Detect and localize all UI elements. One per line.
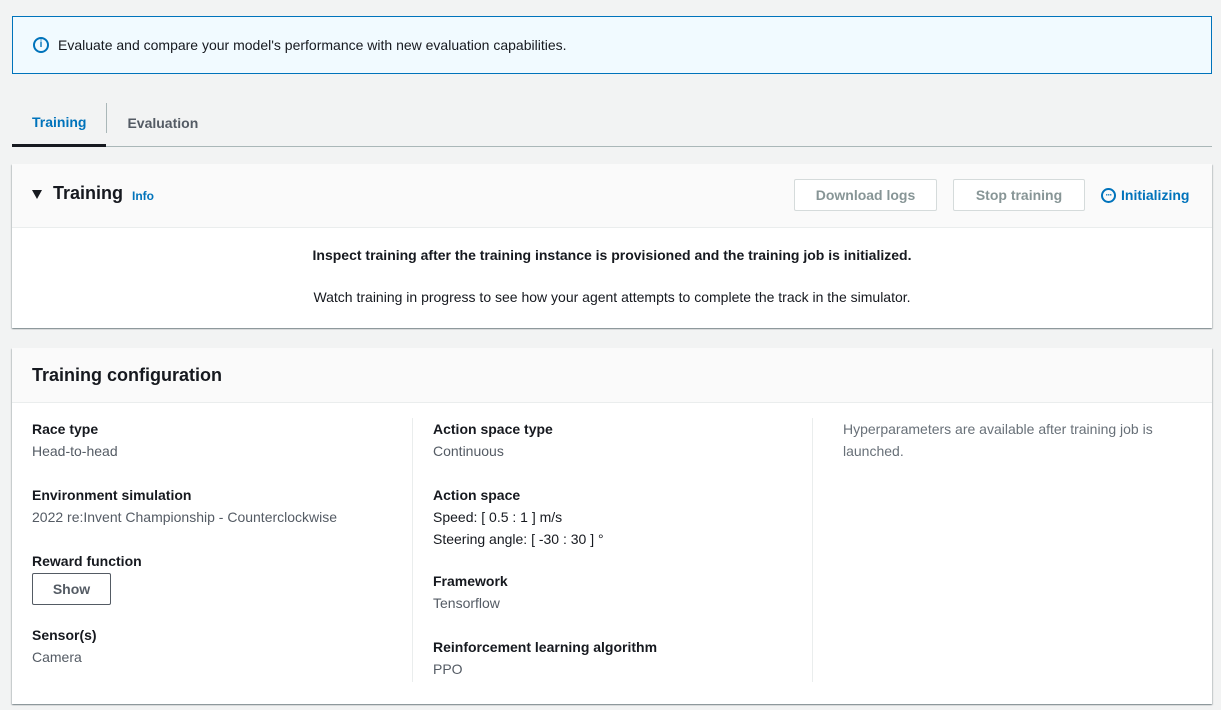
algorithm-field: Reinforcement learning algorithm PPO [433,636,657,680]
action-space-steering: Steering angle: [ -30 : 30 ] ° [433,531,604,547]
reward-function-label: Reward function [32,553,142,569]
reward-function-field: Reward function Show [32,550,142,605]
sensors-label: Sensor(s) [32,627,97,643]
environment-value: 2022 re:Invent Championship - Counterclo… [32,509,338,525]
environment-label: Environment simulation [32,487,192,503]
status-text: Initializing [1121,187,1190,203]
tab-evaluation[interactable]: Evaluation [107,100,218,146]
info-link[interactable]: Info [132,189,154,203]
action-space-field: Action space Speed: [ 0.5 : 1 ] m/s Stee… [433,484,604,550]
training-panel-title[interactable]: Training [53,183,123,204]
info-banner-message: Evaluate and compare your model's perfor… [58,37,567,53]
training-panel-header: Training Info Download logs Stop trainin… [12,164,1212,228]
action-space-type-label: Action space type [433,421,553,437]
framework-field: Framework Tensorflow [433,570,508,614]
action-space-label: Action space [433,487,521,503]
training-message-bold: Inspect training after the training inst… [312,247,912,263]
sensors-field: Sensor(s) Camera [32,624,97,668]
algorithm-label: Reinforcement learning algorithm [433,639,658,655]
race-type-label: Race type [32,421,99,437]
info-circle-icon: i [33,37,49,53]
training-panel: Training Info Download logs Stop trainin… [12,164,1212,328]
config-column-3: Hyperparameters are available after trai… [843,418,1183,462]
race-type-field: Race type Head-to-head [32,418,118,462]
hyperparameters-note: Hyperparameters are available after trai… [843,421,1153,459]
algorithm-value: PPO [433,661,463,677]
status-indicator: ··· Initializing [1101,187,1189,203]
config-panel-header: Training configuration [12,348,1212,403]
action-space-type-value: Continuous [433,443,504,459]
action-space-type-field: Action space type Continuous [433,418,553,462]
training-message: Watch training in progress to see how yo… [313,289,911,305]
info-banner: i Evaluate and compare your model's perf… [12,16,1212,74]
framework-value: Tensorflow [433,595,500,611]
pending-icon: ··· [1101,187,1116,203]
column-divider [412,418,413,682]
stop-training-button[interactable]: Stop training [953,179,1085,211]
download-logs-button[interactable]: Download logs [794,179,937,211]
column-divider [812,418,813,682]
tab-bar: Training Evaluation [12,100,1212,147]
race-type-value: Head-to-head [32,443,118,459]
tab-training[interactable]: Training [12,100,107,147]
training-configuration-panel: Training configuration Race type Head-to… [12,348,1212,704]
show-reward-function-button[interactable]: Show [32,573,111,605]
config-panel-title: Training configuration [32,365,222,385]
action-space-speed: Speed: [ 0.5 : 1 ] m/s [433,509,563,525]
caret-down-icon[interactable] [32,190,42,199]
framework-label: Framework [433,573,508,589]
environment-field: Environment simulation 2022 re:Invent Ch… [32,484,337,528]
sensors-value: Camera [32,649,82,665]
